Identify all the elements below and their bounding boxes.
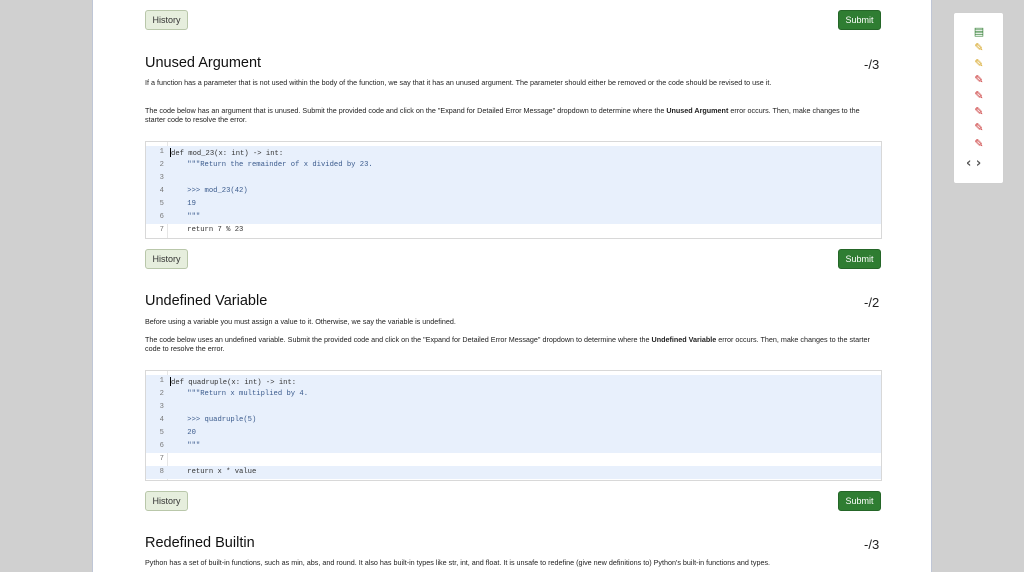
edit-icon[interactable]: ✎ bbox=[972, 89, 986, 102]
exercise-description: Before using a variable you must assign … bbox=[145, 317, 456, 326]
code-line: 1 def mod_23(x: int) -> int: bbox=[146, 146, 881, 159]
exercise-instructions: The code below has an argument that is u… bbox=[145, 106, 860, 124]
exercise-description: If a function has a parameter that is no… bbox=[145, 78, 772, 87]
exercise-title: Redefined Builtin bbox=[145, 535, 255, 551]
next-arrow-icon[interactable]: › bbox=[976, 156, 981, 171]
submit-button[interactable]: Submit bbox=[838, 491, 881, 511]
exercise-score: -/2 bbox=[864, 295, 880, 310]
edit-icon[interactable]: ✎ bbox=[972, 41, 986, 54]
code-editor[interactable]: 1 def mod_23(x: int) -> int: 2 """Return … bbox=[145, 141, 882, 239]
edit-icon[interactable]: ✎ bbox=[972, 105, 986, 118]
edit-icon[interactable]: ✎ bbox=[972, 137, 986, 150]
submit-button[interactable]: Submit bbox=[838, 249, 881, 269]
exercise-description: Python has a set of built-in functions, … bbox=[145, 558, 771, 567]
submit-button[interactable]: Submit bbox=[838, 10, 881, 30]
question-nav-panel: ▤ ✎ ✎ ✎ ✎ ✎ ✎ ✎ ‹ › bbox=[953, 12, 1004, 184]
code-line: 3 bbox=[146, 401, 881, 414]
nav-arrows: ‹ › bbox=[966, 156, 981, 171]
code-line: 2 """Return the remainder of x divided b… bbox=[146, 159, 881, 172]
film-icon[interactable]: ▤ bbox=[972, 25, 986, 38]
code-editor[interactable]: 1 def quadruple(x: int) -> int: 2 """Retu… bbox=[145, 370, 882, 481]
code-line: 4 >>> quadruple(5) bbox=[146, 414, 881, 427]
exercise-title: Unused Argument bbox=[145, 55, 262, 71]
code-line: 8 return x * value bbox=[146, 466, 881, 479]
code-line: 5 19 bbox=[146, 198, 881, 211]
exercise-score: -/3 bbox=[864, 57, 880, 72]
exercise-title: Undefined Variable bbox=[145, 293, 268, 309]
code-line: 7 bbox=[159, 455, 164, 463]
edit-icon[interactable]: ✎ bbox=[972, 57, 986, 70]
code-line: 2 """Return x multiplied by 4. bbox=[146, 388, 881, 401]
code-line: 5 20 bbox=[146, 427, 881, 440]
code-line: 6 """ bbox=[146, 440, 881, 453]
code-line: 3 bbox=[146, 172, 881, 185]
code-line: 1 def quadruple(x: int) -> int: bbox=[146, 375, 881, 388]
edit-icon[interactable]: ✎ bbox=[972, 121, 986, 134]
code-line: 7 return 7 % 23 bbox=[159, 226, 244, 234]
content-page: History Submit Unused Argument -/3 If a … bbox=[92, 0, 932, 572]
code-line: 4 >>> mod_23(42) bbox=[146, 185, 881, 198]
history-button[interactable]: History bbox=[145, 249, 188, 269]
history-button[interactable]: History bbox=[145, 10, 188, 30]
exercise-instructions: The code below uses an undefined variabl… bbox=[145, 335, 870, 353]
prev-arrow-icon[interactable]: ‹ bbox=[966, 156, 971, 171]
exercise-score: -/3 bbox=[864, 537, 880, 552]
history-button[interactable]: History bbox=[145, 491, 188, 511]
code-line: 6 """ bbox=[146, 211, 881, 224]
edit-icon[interactable]: ✎ bbox=[972, 73, 986, 86]
